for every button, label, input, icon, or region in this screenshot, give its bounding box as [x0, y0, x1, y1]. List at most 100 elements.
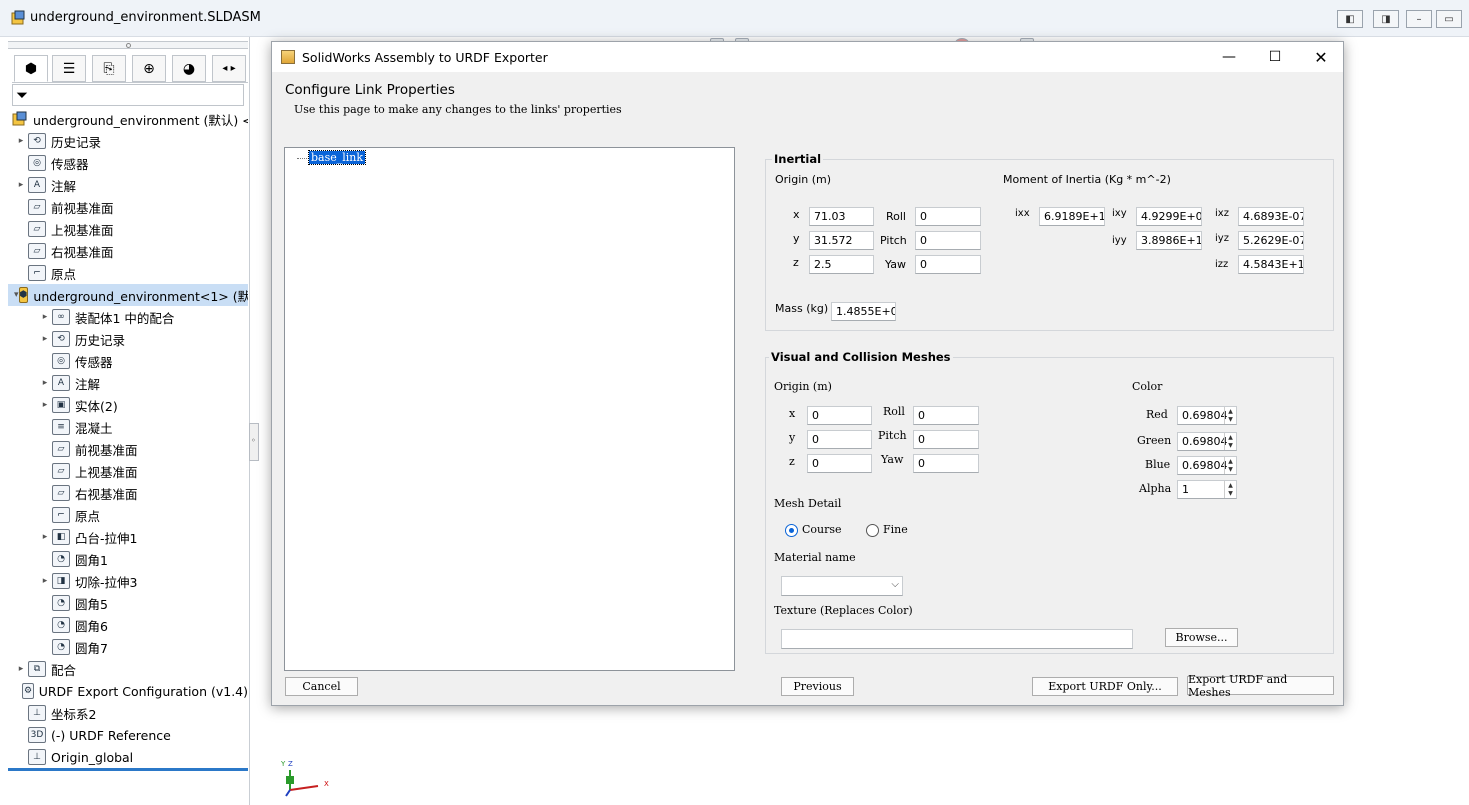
tree-item[interactable]: ▱ 前视基准面: [8, 196, 248, 218]
tree-item[interactable]: ▱ 前视基准面: [8, 438, 248, 460]
inertial-x-field[interactable]: 71.03: [809, 207, 874, 226]
minimize-icon[interactable]: –: [1406, 10, 1432, 28]
expand-arrow-icon[interactable]: ▸: [38, 400, 52, 410]
expand-arrow-icon[interactable]: ▸: [38, 576, 52, 586]
visual-y-field[interactable]: 0: [807, 430, 872, 449]
inertial-yaw-field[interactable]: 0: [915, 255, 981, 274]
iyz-field[interactable]: 5.2629E-07: [1238, 231, 1304, 250]
expand-arrow-icon[interactable]: ▸: [38, 312, 52, 322]
feature-tree-tab-icon[interactable]: ⬢: [14, 55, 48, 82]
inertial-z-field[interactable]: 2.5: [809, 255, 874, 274]
spinner-arrows-icon[interactable]: ▲ ▼: [1224, 481, 1236, 498]
tree-root-item[interactable]: underground_environment (默认) <默: [12, 108, 248, 130]
inertial-roll-field[interactable]: 0: [915, 207, 981, 226]
tree-item[interactable]: ≡ 混凝土: [8, 416, 248, 438]
visual-yaw-field[interactable]: 0: [913, 454, 979, 473]
visual-z-field[interactable]: 0: [807, 454, 872, 473]
mass-field[interactable]: 1.4855E+08: [831, 302, 896, 321]
ixy-field[interactable]: 4.9299E+09: [1136, 207, 1202, 226]
expand-arrow-icon[interactable]: ▸: [14, 136, 28, 146]
green-spinner[interactable]: 0.69804 ▲ ▼: [1177, 432, 1237, 451]
ixz-field[interactable]: 4.6893E-07: [1238, 207, 1304, 226]
tree-item[interactable]: ▸ ⟲ 历史记录: [8, 130, 248, 152]
tree-item[interactable]: ▸ A 注解: [8, 174, 248, 196]
iyy-field[interactable]: 3.8986E+11: [1136, 231, 1202, 250]
tree-item[interactable]: ▸ ▣ 实体(2): [8, 394, 248, 416]
spinner-arrows-icon[interactable]: ▲ ▼: [1224, 407, 1236, 424]
tree-item[interactable]: ▸ ∞ 装配体1 中的配合: [8, 306, 248, 328]
panel-splitter[interactable]: [8, 41, 248, 49]
tree-item[interactable]: ▱ 右视基准面: [8, 240, 248, 262]
expand-arrow-icon[interactable]: ▸: [38, 334, 52, 344]
mesh-course-radio[interactable]: [785, 524, 798, 537]
display-manager-tab-icon[interactable]: ◕: [172, 55, 206, 82]
expand-arrow-icon[interactable]: ▾: [14, 290, 19, 300]
panel-left-icon[interactable]: ◧: [1337, 10, 1363, 28]
spinner-arrows-icon[interactable]: ▲ ▼: [1224, 457, 1236, 474]
previous-button[interactable]: Previous: [781, 677, 854, 696]
tree-item[interactable]: ▱ 上视基准面: [8, 218, 248, 240]
tab-scroll-arrows-icon[interactable]: ◂ ▸: [212, 55, 246, 82]
red-label: Red: [1146, 408, 1168, 421]
spinner-arrows-icon[interactable]: ▲ ▼: [1224, 433, 1236, 450]
mesh-fine-radio[interactable]: [866, 524, 879, 537]
export-urdf-and-meshes-button[interactable]: Export URDF and Meshes: [1187, 673, 1334, 699]
tree-item[interactable]: ◔ 圆角6: [8, 614, 248, 636]
dimxpert-tab-icon[interactable]: ⊕: [132, 55, 166, 82]
tree-filter[interactable]: ⏷: [12, 84, 244, 106]
tree-item[interactable]: ▸ ⟲ 历史记录: [8, 328, 248, 350]
dialog-minimize-icon[interactable]: —: [1206, 42, 1252, 72]
visual-pitch-field[interactable]: 0: [913, 430, 979, 449]
tree-item[interactable]: ⌐ 原点: [8, 262, 248, 284]
tree-item[interactable]: ▱ 右视基准面: [8, 482, 248, 504]
tree-item[interactable]: ▱ 上视基准面: [8, 460, 248, 482]
tree-item[interactable]: ⌐ 原点: [8, 504, 248, 526]
tree-item[interactable]: ▸ ◨ 切除-拉伸3: [8, 570, 248, 592]
mesh-fine-label[interactable]: Fine: [883, 523, 908, 536]
filter-icon[interactable]: ⏷: [16, 86, 28, 104]
dialog-close-icon[interactable]: ✕: [1298, 42, 1344, 72]
visual-roll-field[interactable]: 0: [913, 406, 979, 425]
izz-field[interactable]: 4.5843E+11: [1238, 255, 1304, 274]
tree-item[interactable]: ◎ 传感器: [8, 152, 248, 174]
tree-item[interactable]: ▸ ◧ 凸台-拉伸1: [8, 526, 248, 548]
tree-item[interactable]: ⊥ 坐标系2: [8, 702, 248, 724]
inertial-pitch-field[interactable]: 0: [915, 231, 981, 250]
cancel-button[interactable]: Cancel: [285, 677, 358, 696]
tree-item[interactable]: 3D (-) URDF Reference: [8, 724, 248, 746]
ixx-field[interactable]: 6.9189E+10: [1039, 207, 1105, 226]
inertial-y-field[interactable]: 31.572: [809, 231, 874, 250]
tree-item[interactable]: ▾ ⬢ underground_environment<1> (默: [8, 284, 248, 306]
visual-x-field[interactable]: 0: [807, 406, 872, 425]
tree-item[interactable]: ◔ 圆角1: [8, 548, 248, 570]
mesh-course-label[interactable]: Course: [802, 523, 842, 536]
material-name-select[interactable]: ⌵: [781, 576, 903, 596]
dialog-title-bar[interactable]: SolidWorks Assembly to URDF Exporter — ☐…: [272, 42, 1343, 72]
dialog-maximize-icon[interactable]: ☐: [1252, 42, 1298, 72]
blue-spinner[interactable]: 0.69804 ▲ ▼: [1177, 456, 1237, 475]
browse-button[interactable]: Browse...: [1165, 628, 1238, 647]
maximize-icon[interactable]: ▭: [1436, 10, 1462, 28]
tree-item[interactable]: ▸ ⧉ 配合: [8, 658, 248, 680]
expand-arrow-icon[interactable]: ▸: [14, 180, 28, 190]
panel-collapse-handle[interactable]: ◦: [249, 423, 259, 461]
tree-item[interactable]: ◎ 传感器: [8, 350, 248, 372]
expand-arrow-icon[interactable]: ▸: [14, 664, 28, 674]
expand-arrow-icon[interactable]: ▸: [38, 532, 52, 542]
tree-item[interactable]: ⚙ URDF Export Configuration (v1.4): [8, 680, 248, 702]
link-tree[interactable]: base_link: [284, 147, 735, 671]
texture-path-field[interactable]: [781, 629, 1133, 649]
link-tree-item-base-link[interactable]: base_link: [307, 150, 367, 165]
tree-item[interactable]: ⊥ Origin_global: [8, 746, 248, 768]
tree-item[interactable]: ◔ 圆角5: [8, 592, 248, 614]
red-spinner[interactable]: 0.69804 ▲ ▼: [1177, 406, 1237, 425]
chevron-down-icon[interactable]: ⌵: [891, 578, 899, 592]
configuration-manager-tab-icon[interactable]: ⎘: [92, 55, 126, 82]
panel-right-icon[interactable]: ◨: [1373, 10, 1399, 28]
tree-item[interactable]: ▸ A 注解: [8, 372, 248, 394]
export-urdf-only-button[interactable]: Export URDF Only...: [1032, 677, 1178, 696]
alpha-spinner[interactable]: 1 ▲ ▼: [1177, 480, 1237, 499]
tree-item[interactable]: ◔ 圆角7: [8, 636, 248, 658]
expand-arrow-icon[interactable]: ▸: [38, 378, 52, 388]
property-manager-tab-icon[interactable]: ☰: [52, 55, 86, 82]
